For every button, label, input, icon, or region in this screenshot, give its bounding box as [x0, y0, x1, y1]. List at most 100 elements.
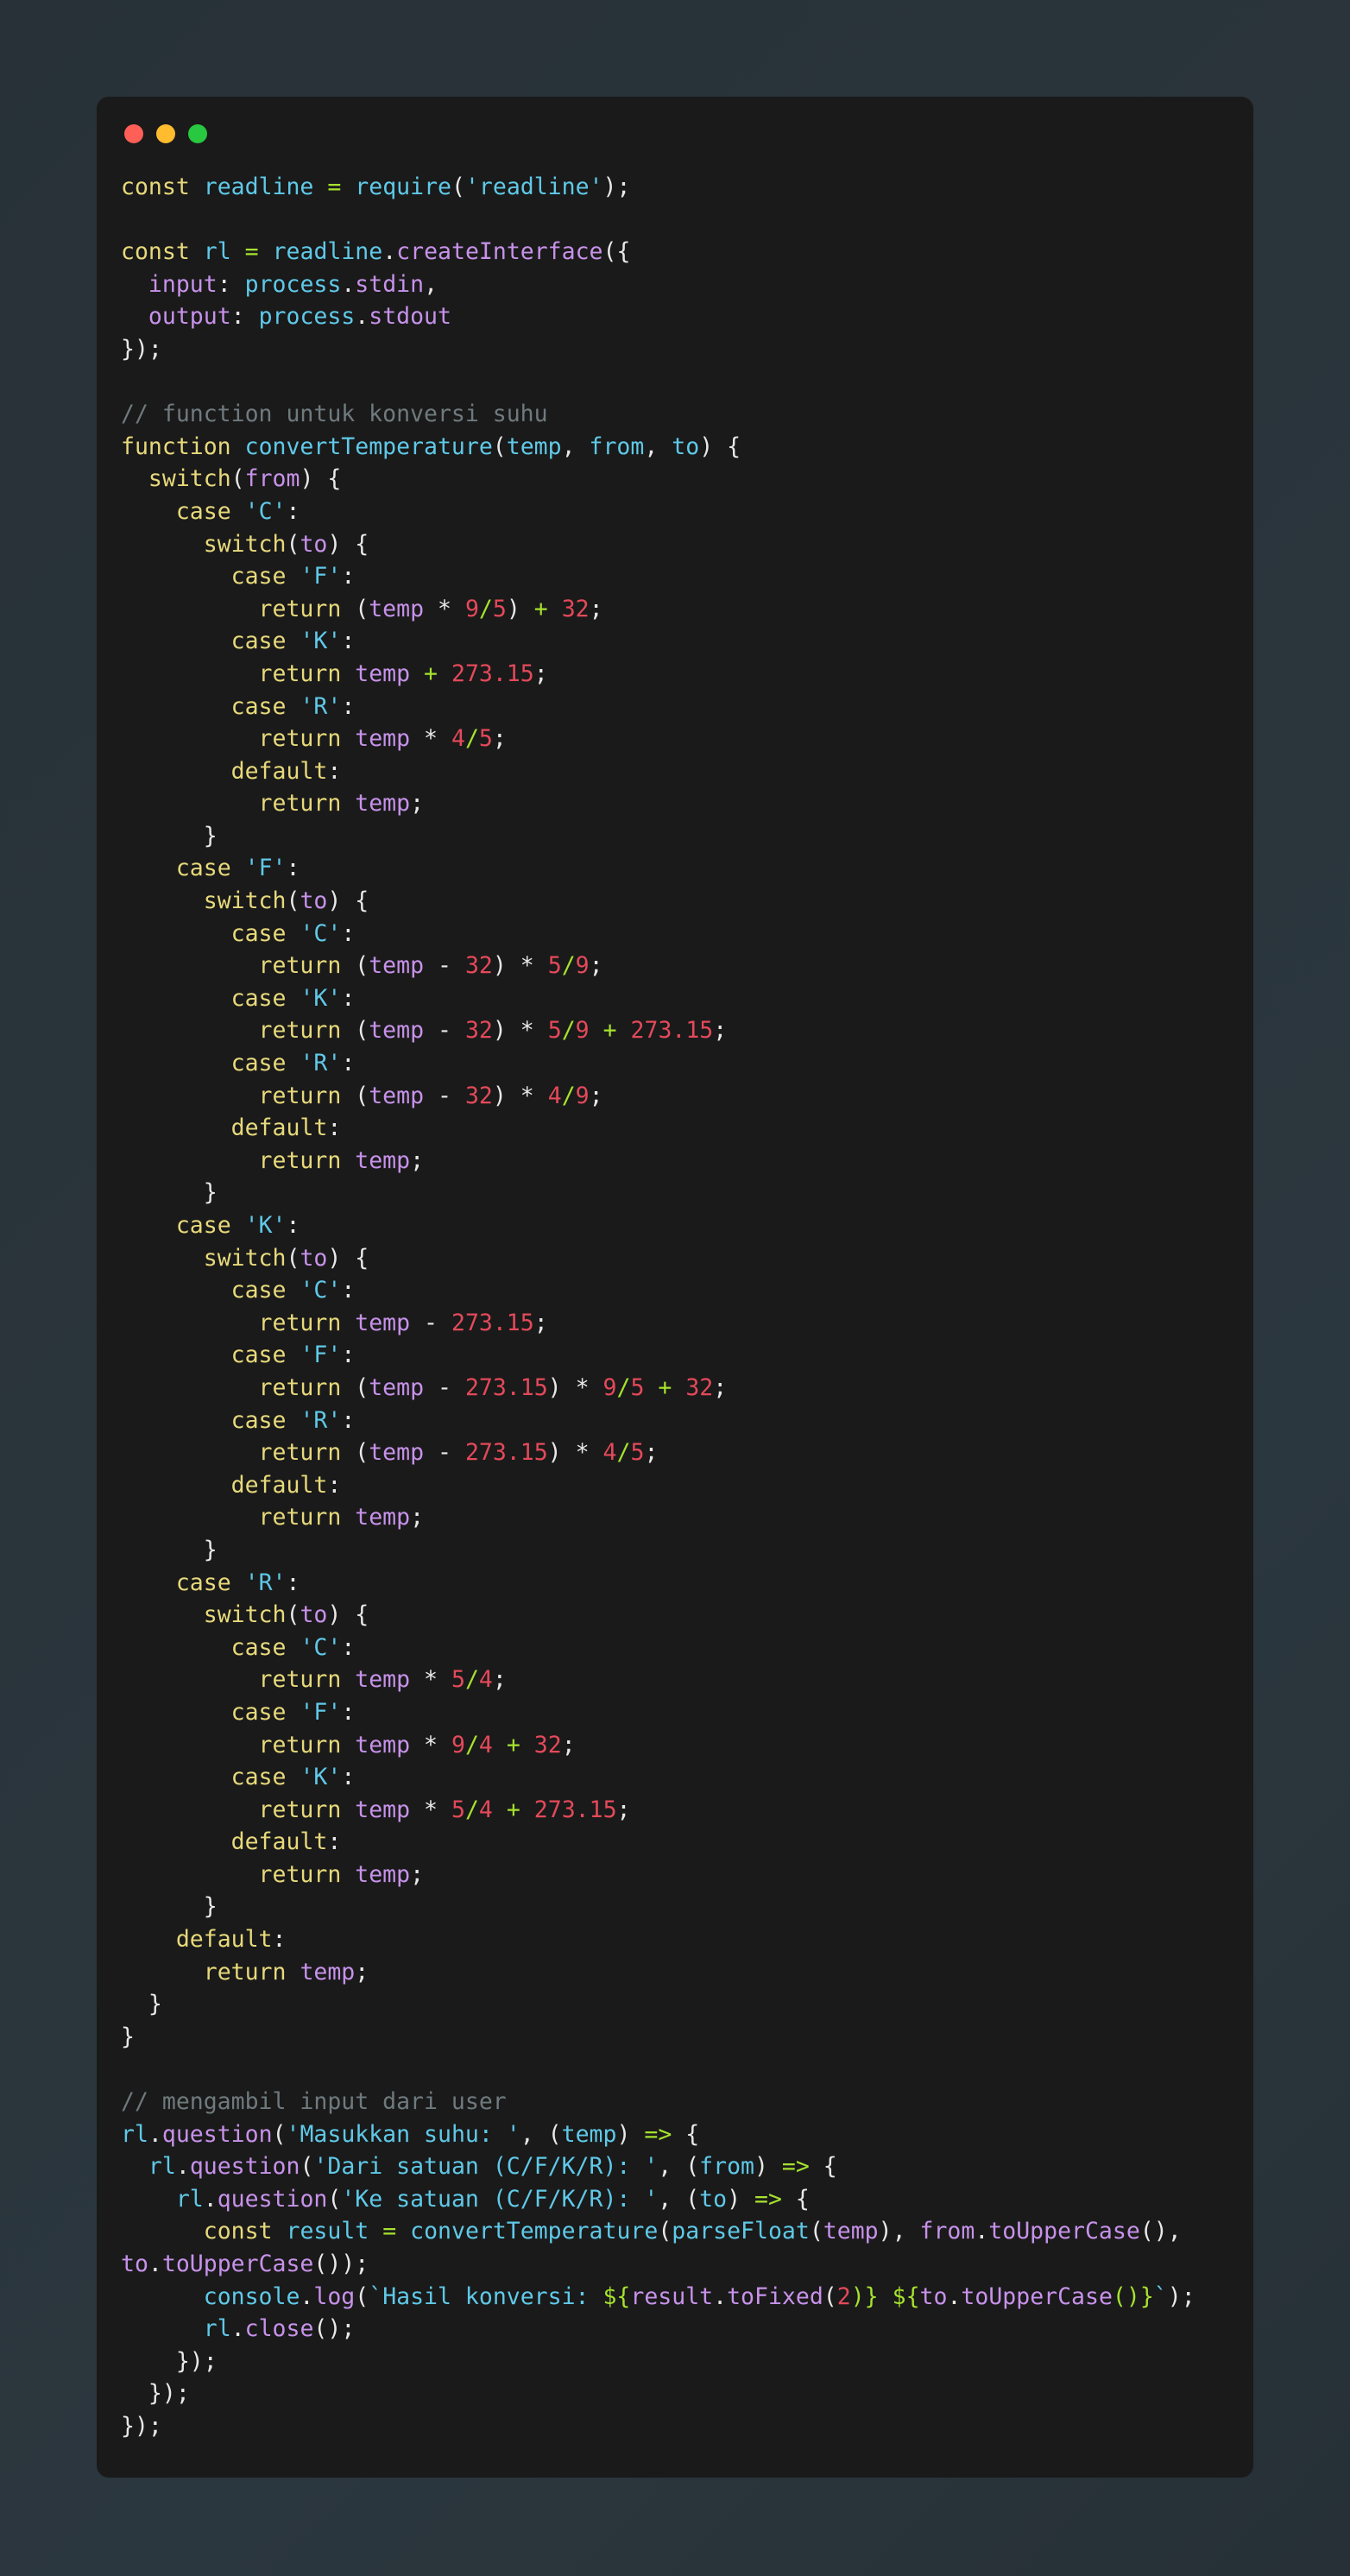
code-token: ): [616, 2120, 645, 2148]
code-token: *: [520, 1017, 534, 1045]
code-token: process: [258, 303, 356, 331]
code-token: ): [754, 2153, 782, 2181]
code-token: // mengambil input dari user: [121, 2088, 507, 2116]
code-token: 9: [575, 1082, 590, 1109]
code-token: *: [575, 1373, 590, 1401]
code-token: );: [1167, 2282, 1195, 2310]
minimize-window-icon[interactable]: [156, 124, 175, 143]
code-token: -: [438, 1082, 451, 1109]
code-token: 273.15: [533, 1796, 617, 1823]
code-token: ) {: [699, 432, 741, 460]
code-token: (),: [1139, 2218, 1195, 2245]
code-token: }: [121, 822, 218, 849]
code-token: 9: [602, 1373, 617, 1401]
code-token: temp: [369, 1373, 425, 1401]
code-token: to: [699, 2185, 728, 2213]
code-token: 'C': [244, 497, 287, 525]
code-token: result: [630, 2282, 714, 2310]
code-line: case 'F':: [121, 1339, 1229, 1372]
code-token: (: [286, 530, 300, 558]
code-line: return temp;: [121, 787, 1229, 820]
code-line: default:: [121, 1826, 1229, 1859]
code-token: case: [230, 919, 287, 947]
code-token: toFixed: [727, 2282, 823, 2310]
code-line: case 'K':: [121, 1761, 1229, 1794]
code-token: {: [809, 2153, 837, 2181]
code-token: ): [492, 1082, 520, 1109]
code-token: return: [258, 1146, 342, 1174]
code-token: ;: [589, 952, 603, 980]
code-line: return temp;: [121, 1956, 1229, 1989]
code-token: (: [809, 2218, 823, 2245]
code-token: return: [258, 1373, 342, 1401]
code-token: 'R': [300, 692, 342, 720]
code-line: case 'K':: [121, 625, 1229, 658]
code-token: :: [230, 303, 259, 331]
code-line: default:: [121, 1469, 1229, 1502]
code-token: :: [286, 1212, 300, 1239]
code-token: {: [672, 2120, 700, 2148]
code-token: (: [355, 2282, 369, 2310]
code-token: return: [203, 1958, 287, 1986]
code-token: (: [451, 174, 465, 200]
code-token: /: [464, 725, 479, 753]
code-token: +: [424, 660, 438, 687]
code-token: toUpperCase: [961, 2282, 1113, 2310]
code-token: from: [244, 465, 300, 493]
code-token: 'readline': [464, 174, 603, 200]
code-token: rl: [203, 238, 231, 266]
code-token: ;: [561, 1731, 576, 1758]
code-token: question: [217, 2185, 328, 2213]
code-token: 'F': [244, 855, 287, 882]
code-token: ): [492, 952, 520, 980]
code-line: return (temp - 273.15) * 9/5 + 32;: [121, 1372, 1229, 1405]
code-line: input: process.stdin,: [121, 268, 1229, 301]
code-token: :: [286, 1569, 300, 1596]
code-token: `Hasil konversi:: [369, 2282, 603, 2310]
code-token: /: [561, 1017, 576, 1045]
code-token: return: [258, 790, 342, 818]
code-token: 9: [575, 1017, 590, 1045]
code-token: case: [230, 692, 287, 720]
code-token: ;: [533, 1309, 548, 1336]
code-line: return (temp - 32) * 4/9;: [121, 1080, 1229, 1113]
maximize-window-icon[interactable]: [188, 124, 207, 143]
code-content[interactable]: const readline = require('readline'); co…: [97, 171, 1253, 2443]
code-line: return temp * 9/4 + 32;: [121, 1729, 1229, 1762]
code-token: *: [424, 1731, 438, 1758]
code-token: temp: [355, 790, 411, 818]
code-token: 5: [492, 595, 507, 622]
code-token: *: [424, 1666, 438, 1694]
code-token: switch: [203, 1601, 287, 1629]
code-token: input: [148, 270, 218, 298]
code-token: from: [589, 432, 645, 460]
code-token: case: [230, 1277, 287, 1304]
code-token: )}: [850, 2282, 879, 2310]
code-token: 'K': [244, 1212, 287, 1239]
code-line: output: process.stdout: [121, 300, 1229, 333]
code-token: :: [327, 757, 342, 785]
code-line: });: [121, 2377, 1229, 2410]
code-token: .: [148, 2120, 162, 2148]
code-line: default:: [121, 1923, 1229, 1956]
close-window-icon[interactable]: [124, 124, 143, 143]
